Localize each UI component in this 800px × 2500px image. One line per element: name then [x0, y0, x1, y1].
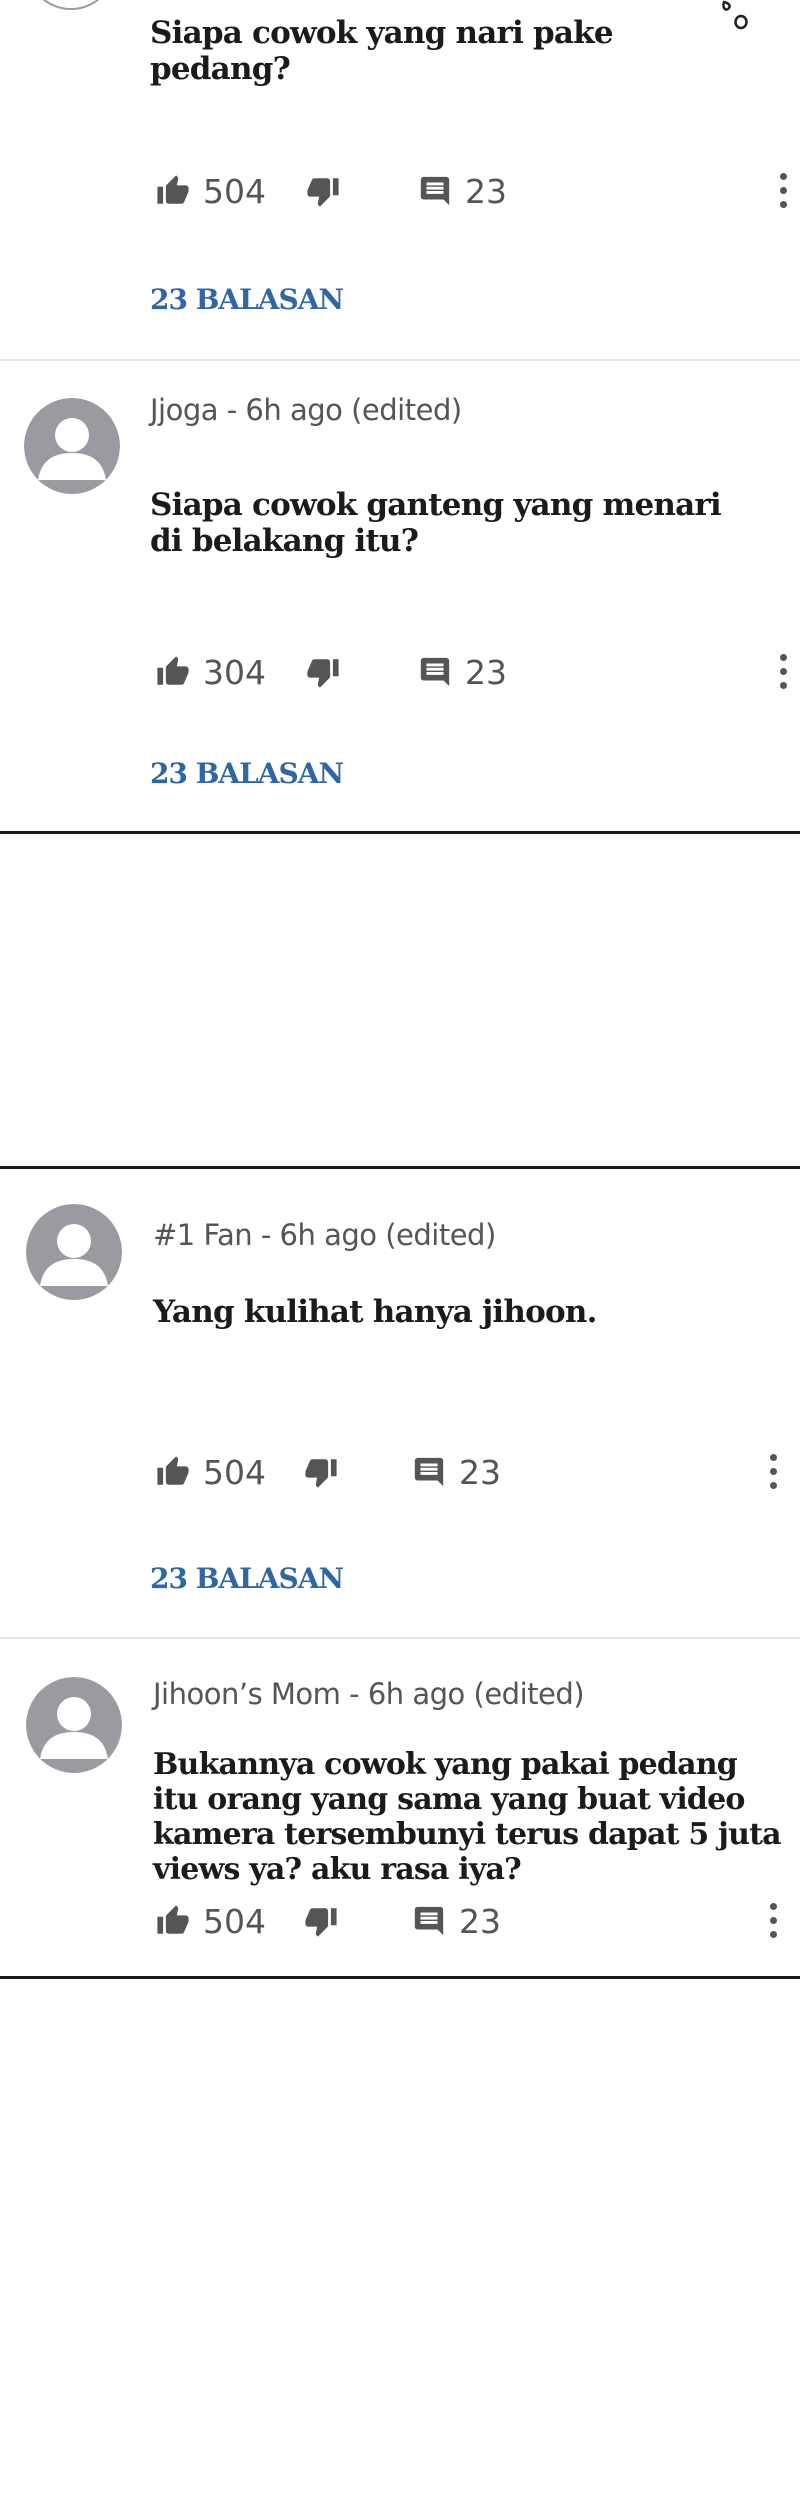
like-button[interactable]: 504 [155, 166, 266, 216]
comment-author-meta: Jjoga - 6h ago (edited) [150, 393, 462, 427]
comment-1: Siapa cowok yang nari pake pedang? 504 2… [0, 0, 800, 360]
comment-icon [420, 176, 450, 206]
default-avatar-icon [24, 398, 120, 494]
like-count: 504 [203, 1452, 266, 1492]
comment-count: 23 [459, 1901, 501, 1941]
comment-text: Siapa cowok ganteng yang menari di belak… [150, 487, 722, 559]
thumbs-down-icon [305, 1908, 337, 1937]
more-vertical-icon [770, 1903, 777, 1910]
view-replies-link[interactable]: 23 BALASAN [150, 283, 344, 316]
comment-author-meta: Jihoon’s Mom - 6h ago (edited) [153, 1677, 585, 1711]
thumbs-down-icon [305, 1459, 337, 1488]
dislike-button[interactable] [305, 647, 341, 697]
like-button[interactable]: 504 [155, 1447, 266, 1497]
more-options-button[interactable] [763, 1450, 783, 1494]
more-vertical-icon [780, 654, 787, 661]
comment-actions: 504 23 [155, 1896, 795, 1946]
comment-4: Jihoon’s Mom - 6h ago (edited) Bukannya … [0, 1639, 800, 1979]
comment-text: Bukannya cowok yang pakai pedang itu ora… [153, 1747, 782, 1887]
like-count: 504 [203, 171, 266, 211]
thumbs-up-icon [157, 175, 189, 204]
view-replies-link[interactable]: 23 BALASAN [150, 1562, 344, 1595]
avatar[interactable] [26, 0, 116, 10]
thumbs-up-icon [157, 1905, 189, 1934]
default-avatar-icon [26, 1677, 122, 1773]
reply-button[interactable]: 23 [411, 1896, 501, 1946]
comment-actions: 304 23 [155, 647, 795, 697]
dislike-button[interactable] [303, 1896, 339, 1946]
more-options-button[interactable] [773, 169, 793, 213]
thumbs-up-icon [157, 1456, 189, 1485]
thumbs-up-icon [157, 656, 189, 685]
sweat-drops-icon [722, 0, 748, 30]
more-vertical-icon [770, 1454, 777, 1461]
section-divider [0, 831, 800, 834]
comment-3: #1 Fan - 6h ago (edited) Yang kulihat ha… [0, 1169, 800, 1637]
view-replies-link[interactable]: 23 BALASAN [150, 757, 344, 790]
comment-icon [420, 657, 450, 687]
reply-button[interactable]: 23 [417, 647, 507, 697]
like-count: 304 [203, 652, 266, 692]
default-avatar-icon [26, 1204, 122, 1300]
comment-icon [414, 1457, 444, 1487]
like-count: 504 [203, 1901, 266, 1941]
comment-actions: 504 23 [155, 166, 795, 216]
comment-2: Jjoga - 6h ago (edited) Siapa cowok gant… [0, 361, 800, 831]
like-button[interactable]: 504 [155, 1896, 266, 1946]
comment-count: 23 [465, 171, 507, 211]
more-options-button[interactable] [763, 1899, 783, 1943]
comment-count: 23 [459, 1452, 501, 1492]
more-options-button[interactable] [773, 650, 793, 694]
reply-button[interactable]: 23 [417, 166, 507, 216]
comment-count: 23 [465, 652, 507, 692]
comment-actions: 504 23 [155, 1447, 795, 1497]
comment-text: Siapa cowok yang nari pake pedang? [150, 15, 614, 87]
dislike-button[interactable] [305, 166, 341, 216]
reply-button[interactable]: 23 [411, 1447, 501, 1497]
comment-author-meta: #1 Fan - 6h ago (edited) [153, 1218, 496, 1252]
avatar[interactable] [26, 1204, 122, 1300]
avatar[interactable] [24, 398, 120, 494]
more-vertical-icon [780, 173, 787, 180]
thumbs-down-icon [307, 178, 339, 207]
like-button[interactable]: 304 [155, 647, 266, 697]
comment-text: Yang kulihat hanya jihoon. [153, 1294, 597, 1330]
comment-icon [414, 1906, 444, 1936]
section-divider [0, 1976, 800, 1979]
avatar[interactable] [26, 1677, 122, 1773]
dislike-button[interactable] [303, 1447, 339, 1497]
thumbs-down-icon [307, 659, 339, 688]
